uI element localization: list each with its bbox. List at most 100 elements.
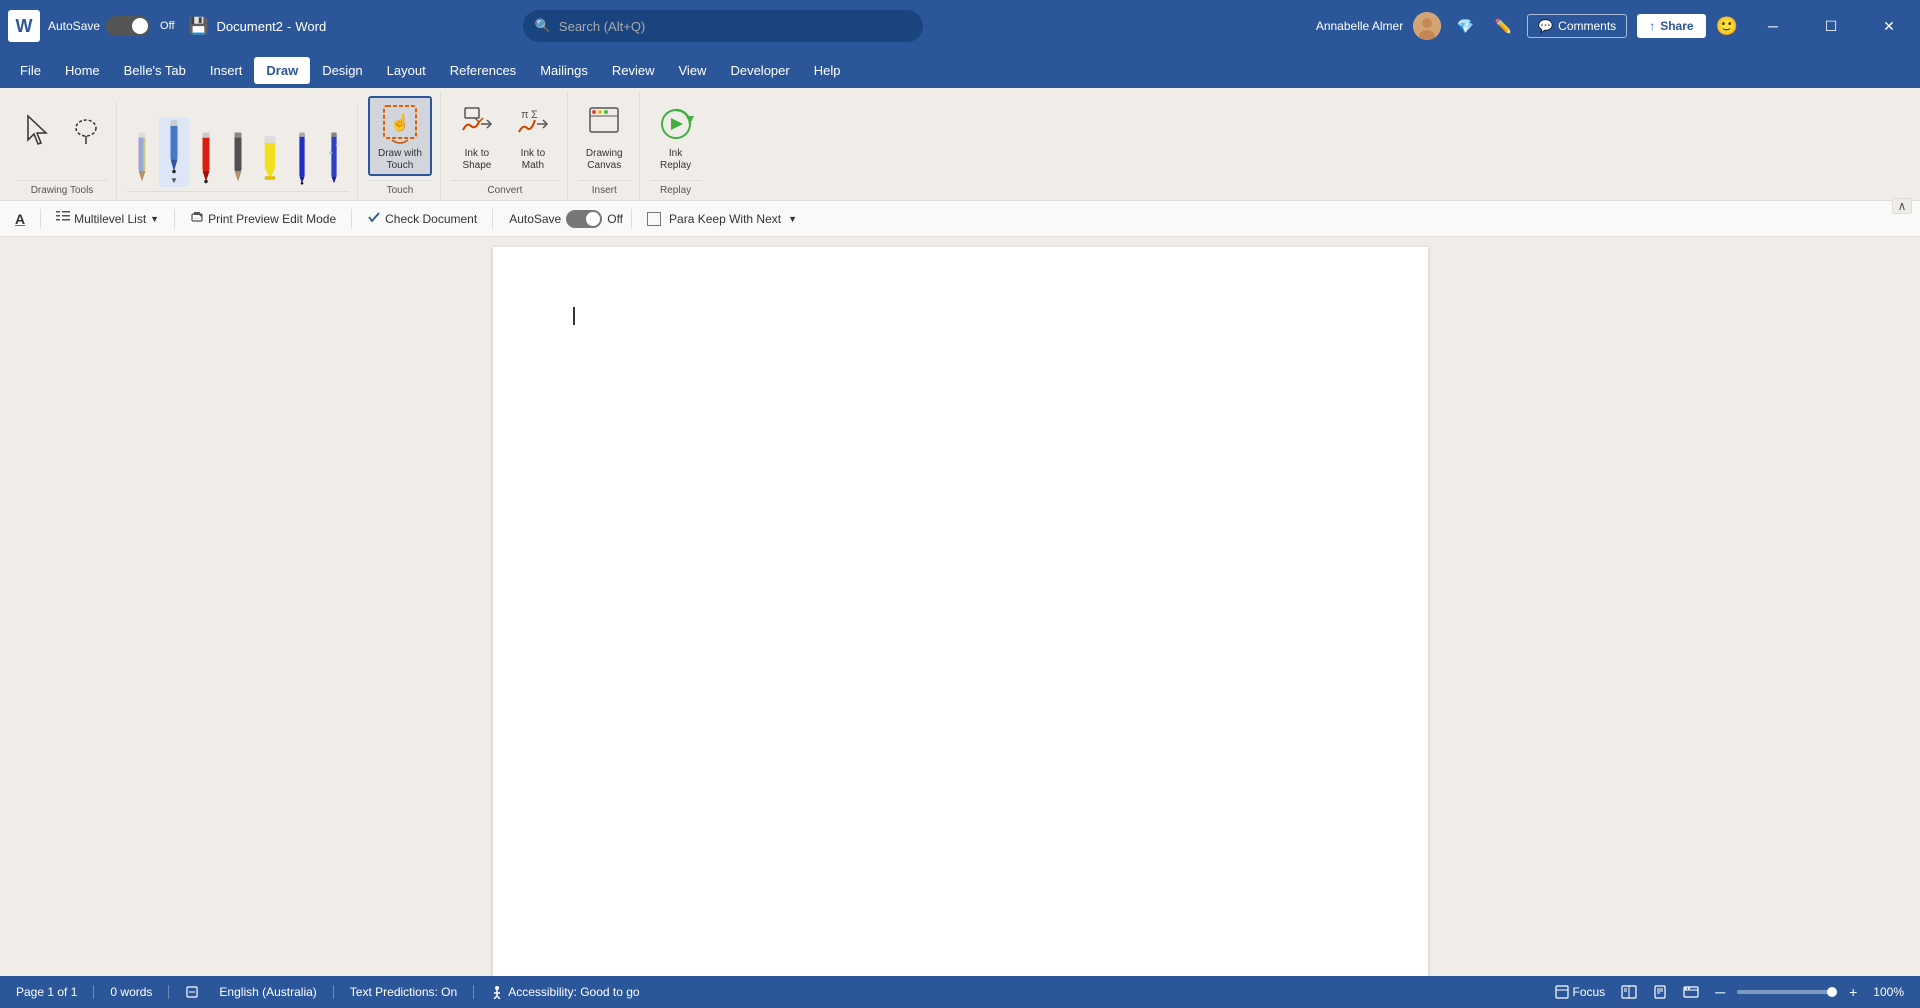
text-predictions-btn[interactable]: Text Predictions: On: [346, 983, 461, 1001]
para-keep-label: Para Keep With Next: [669, 212, 781, 226]
search-bar[interactable]: 🔍 Search (Alt+Q): [523, 10, 923, 42]
ribbon: Drawing Tools: [0, 88, 1920, 201]
menu-developer[interactable]: Developer: [718, 57, 801, 84]
read-mode-icon: [1621, 985, 1637, 999]
pen-item-4[interactable]: [223, 127, 253, 187]
left-margin: [0, 237, 280, 979]
select-tool-btn[interactable]: [16, 106, 60, 176]
minimize-button[interactable]: ─: [1750, 10, 1796, 42]
font-color-btn[interactable]: A: [8, 208, 32, 230]
share-button[interactable]: ↑ Share: [1637, 14, 1705, 38]
zoom-percent[interactable]: 100%: [1869, 983, 1908, 1001]
autosave-label: AutoSave: [48, 19, 100, 33]
ink-replay-btn[interactable]: InkReplay: [650, 96, 702, 176]
lasso-tool-btn[interactable]: [64, 106, 108, 176]
language-btn[interactable]: English (Australia): [215, 983, 320, 1001]
accessibility-icon: [490, 985, 504, 999]
menu-insert[interactable]: Insert: [198, 57, 255, 84]
menu-belles-tab[interactable]: Belle's Tab: [112, 57, 198, 84]
toolbar-autosave-toggle[interactable]: [566, 210, 602, 228]
insert-group-label: Insert: [578, 180, 631, 196]
menu-mailings[interactable]: Mailings: [528, 57, 600, 84]
status-bar-right: Focus: [1551, 982, 1909, 1002]
pen-item-6[interactable]: [287, 127, 317, 187]
font-color-icon: A: [15, 211, 25, 227]
autosave-toggle[interactable]: [106, 16, 150, 36]
menu-file[interactable]: File: [8, 57, 53, 84]
zoom-minus-btn[interactable]: ─: [1711, 982, 1729, 1002]
toolbar-sep-3: [351, 209, 352, 229]
multilevel-list-btn[interactable]: Multilevel List ▼: [49, 207, 166, 230]
share-icon: ↑: [1649, 19, 1655, 33]
share-label: Share: [1660, 19, 1693, 33]
menu-view[interactable]: View: [667, 57, 719, 84]
pen-item-5[interactable]: [255, 127, 285, 187]
ribbon-collapse-btn[interactable]: ∧: [1892, 198, 1912, 214]
para-keep-checkbox[interactable]: [647, 212, 661, 226]
menu-bar: File Home Belle's Tab Insert Draw Design…: [0, 52, 1920, 88]
draw-with-touch-btn[interactable]: ☝ Draw withTouch: [368, 96, 432, 176]
multilevel-dropdown-arrow[interactable]: ▼: [150, 214, 159, 224]
save-button[interactable]: 💾: [187, 14, 211, 38]
pen-icon-5: [259, 129, 281, 185]
pen-item-1[interactable]: [127, 127, 157, 187]
word-count[interactable]: 0 words: [106, 983, 156, 1001]
toolbar-sep-4: [492, 209, 493, 229]
pens-row: ▼: [127, 104, 349, 187]
smiley-button[interactable]: 🙂: [1716, 16, 1738, 37]
status-bar: Page 1 of 1 0 words English (Australia) …: [0, 976, 1920, 1008]
ink-to-shape-btn[interactable]: Ink toShape: [451, 96, 503, 176]
ribbon-group-drawing-tools: Drawing Tools: [8, 102, 117, 200]
svg-text:✦: ✦: [328, 149, 334, 157]
menu-design[interactable]: Design: [310, 57, 374, 84]
status-sep-2: [168, 985, 169, 999]
diamond-icon-btn[interactable]: 💎: [1451, 12, 1479, 40]
pen-dropdown-arrow[interactable]: ▼: [170, 176, 178, 185]
comments-button[interactable]: 💬 Comments: [1527, 14, 1627, 38]
toolbar-sep-1: [40, 209, 41, 229]
print-layout-btn[interactable]: [1649, 983, 1671, 1001]
drawing-canvas-btn[interactable]: DrawingCanvas: [578, 96, 631, 176]
drawing-canvas-label: DrawingCanvas: [586, 148, 623, 172]
list-icon: [56, 210, 70, 227]
menu-help[interactable]: Help: [802, 57, 853, 84]
restore-button[interactable]: ☐: [1808, 10, 1854, 42]
zoom-slider-thumb: [1827, 987, 1837, 997]
para-keep-btn[interactable]: Para Keep With Next ▼: [640, 209, 804, 229]
menu-review[interactable]: Review: [600, 57, 667, 84]
toolbar-sep-5: [631, 209, 632, 229]
ink-to-math-label: Ink toMath: [521, 148, 545, 172]
web-layout-icon: [1683, 985, 1699, 999]
print-preview-btn[interactable]: Print Preview Edit Mode: [183, 207, 343, 230]
svg-text:Σ: Σ: [531, 109, 538, 121]
check-document-btn[interactable]: Check Document: [360, 207, 484, 230]
ink-to-math-btn[interactable]: π Σ Ink toMath: [507, 96, 559, 176]
menu-home[interactable]: Home: [53, 57, 112, 84]
ink-to-shape-label: Ink toShape: [462, 148, 491, 172]
pen-item-3[interactable]: [191, 127, 221, 187]
lasso-icon: [70, 114, 102, 146]
replay-content: InkReplay: [650, 92, 702, 176]
focus-btn[interactable]: Focus: [1551, 983, 1610, 1001]
document-page[interactable]: [493, 247, 1428, 979]
word-icon: W: [8, 10, 40, 42]
accessibility-btn[interactable]: Accessibility: Good to go: [486, 983, 643, 1001]
zoom-plus-icon: +: [1849, 984, 1857, 1000]
track-changes-icon-btn[interactable]: [181, 983, 203, 1001]
pens-label: [127, 191, 349, 196]
web-layout-btn[interactable]: [1679, 983, 1703, 1001]
read-mode-btn[interactable]: [1617, 983, 1641, 1001]
pen-item-2[interactable]: ▼: [159, 117, 189, 187]
zoom-plus-btn[interactable]: +: [1845, 982, 1861, 1002]
zoom-slider[interactable]: [1737, 990, 1837, 994]
close-button[interactable]: ✕: [1866, 10, 1912, 42]
page-info[interactable]: Page 1 of 1: [12, 983, 81, 1001]
menu-references[interactable]: References: [438, 57, 528, 84]
pen-item-effects[interactable]: ✦ ✦: [319, 127, 349, 187]
pen-icon-3: [195, 129, 217, 185]
print-layout-icon: [1653, 985, 1667, 999]
pen-icon-btn[interactable]: ✏️: [1489, 12, 1517, 40]
menu-layout[interactable]: Layout: [375, 57, 438, 84]
para-keep-dropdown-arrow[interactable]: ▼: [788, 214, 797, 224]
menu-draw[interactable]: Draw: [254, 57, 310, 84]
